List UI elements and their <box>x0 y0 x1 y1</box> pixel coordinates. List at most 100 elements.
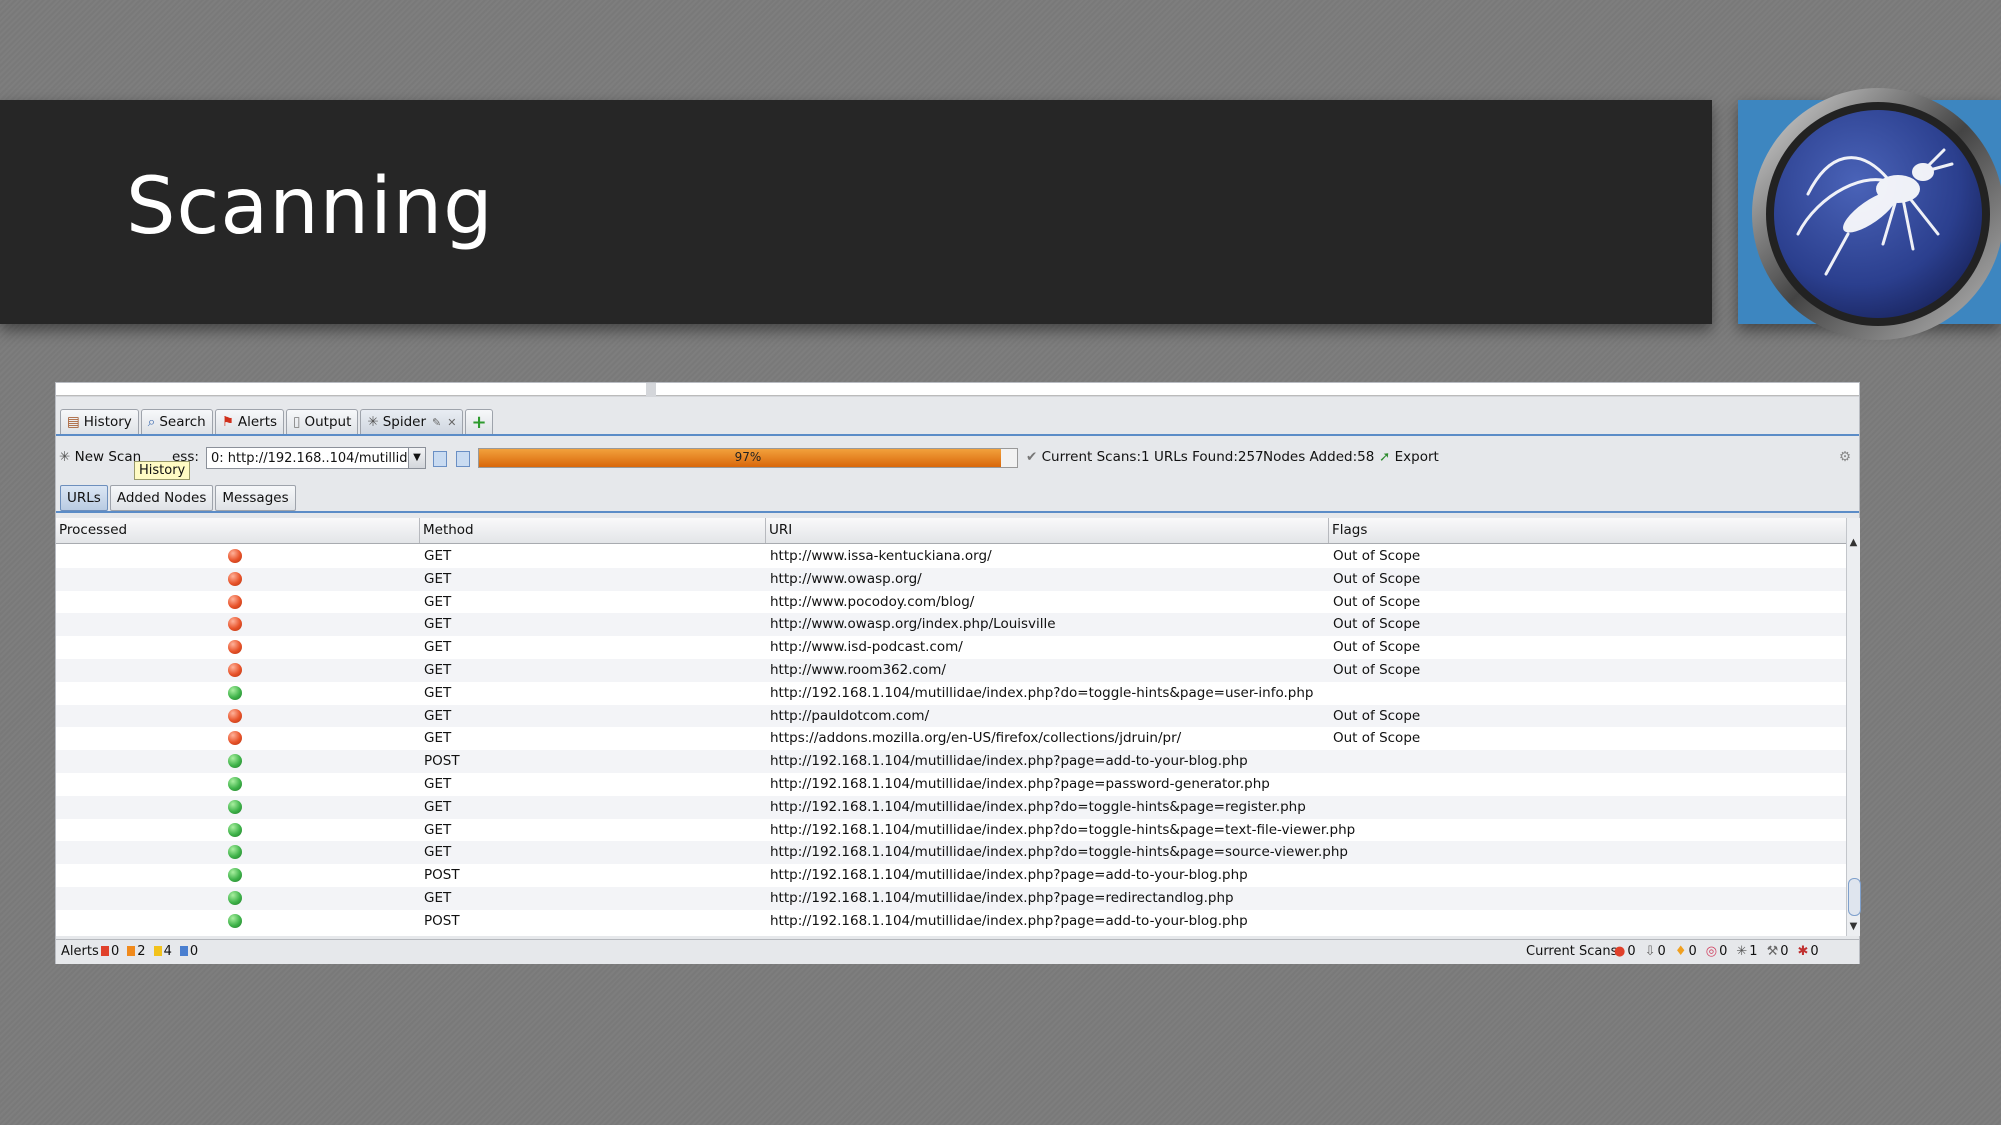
tool-icon: ⚒ <box>1766 944 1779 959</box>
pin-icon[interactable]: ✎ <box>432 416 441 429</box>
out-of-scope-status-icon <box>228 731 242 746</box>
table-row[interactable]: POST http://192.168.1.104/mutillidae/inde… <box>56 864 1846 887</box>
new-scan-button[interactable]: ✳ New Scan <box>59 449 141 465</box>
scan-count[interactable]: ✳ 1 <box>1736 944 1757 959</box>
alert-count-value: 0 <box>189 944 199 959</box>
table-row[interactable]: GET http://www.pocodoy.com/blog/Out of Sc… <box>56 591 1846 614</box>
cell-method: GET <box>424 684 452 701</box>
history-icon: ▤ <box>67 414 80 430</box>
scan-count[interactable]: ⚒ 0 <box>1767 944 1789 959</box>
export-button[interactable]: ➚ Export <box>1379 449 1439 465</box>
cell-method: GET <box>424 889 452 906</box>
right-pane-edge <box>656 383 1859 396</box>
stop-button[interactable] <box>456 451 470 467</box>
alert-count[interactable]: 4 <box>153 944 172 959</box>
add-tab-button[interactable]: + <box>465 409 493 435</box>
tab-output[interactable]: ▯ Output <box>286 409 359 435</box>
cell-method: GET <box>424 844 452 861</box>
table-row[interactable]: GET http://192.168.1.104/mutillidae/index… <box>56 795 1846 819</box>
cell-method: GET <box>424 570 452 587</box>
processed-status-icon <box>228 868 242 883</box>
flag-icon <box>153 946 162 956</box>
scan-count-value: 0 <box>1688 944 1697 959</box>
scan-count[interactable]: ✱ 0 <box>1798 944 1819 959</box>
zap-window: ▤ History ⌕ Search ⚑ Alerts ▯ Output ✳ S… <box>55 382 1861 964</box>
table-row[interactable]: GET http://www.room362.com/Out of Scope <box>56 658 1846 682</box>
table-row[interactable]: GET http://192.168.1.104/mutillidae/index… <box>56 819 1846 842</box>
cell-uri: http://192.168.1.104/mutillidae/index.ph… <box>770 867 1248 884</box>
scan-count[interactable]: ♦ 0 <box>1675 944 1697 959</box>
scan-select[interactable]: 0: http://192.168..104/mutillidae ▼ <box>206 447 426 469</box>
subtab-added-nodes[interactable]: Added Nodes <box>109 485 214 511</box>
status-bar: Alerts 0240 Current Scans ● 0 ⇩ 0 ♦ 0 ◎ 0 ✳ 1 ⚒ 0 ✱ 0 <box>56 939 1859 964</box>
subtab-messages[interactable]: Messages <box>215 485 296 511</box>
export-icon: ➚ <box>1379 449 1391 465</box>
scroll-thumb[interactable] <box>1848 878 1861 916</box>
alert-count[interactable]: 0 <box>101 944 119 959</box>
table-row[interactable]: POST http://192.168.1.104/mutillidae/inde… <box>56 910 1846 933</box>
subtab-urls[interactable]: URLs <box>60 485 108 511</box>
pause-button[interactable] <box>433 451 447 467</box>
table-row[interactable]: GET http://www.owasp.org/Out of Scope <box>56 567 1846 591</box>
tab-label: History <box>83 414 132 430</box>
options-gear-icon[interactable]: ⚙ <box>1839 449 1851 465</box>
table-row[interactable]: GET http://www.isd-podcast.com/Out of Sco… <box>56 636 1846 659</box>
scan-count-value: 0 <box>1810 944 1819 959</box>
cell-uri: http://192.168.1.104/mutillidae/index.ph… <box>770 775 1270 792</box>
processed-status-icon <box>228 822 242 837</box>
urls-found: URLs Found:257 <box>1154 449 1264 465</box>
out-of-scope-status-icon <box>228 662 242 677</box>
tab-history[interactable]: ▤ History <box>60 409 139 435</box>
history-tooltip: History <box>134 461 191 480</box>
result-tabs: URLs Added Nodes Messages <box>60 485 296 511</box>
cell-method: GET <box>424 661 452 678</box>
table-scrollbar[interactable]: ▲ ▼ <box>1846 518 1861 936</box>
scan-count[interactable]: ⇩ 0 <box>1645 944 1666 959</box>
nodes-added: Nodes Added:58 <box>1263 449 1375 465</box>
new-scan-label: New Scan <box>74 449 142 465</box>
cell-uri: http://192.168.1.104/mutillidae/index.ph… <box>770 684 1314 701</box>
cell-uri: https://addons.mozilla.org/en-US/firefox… <box>770 730 1182 747</box>
table-row[interactable]: GET http://192.168.1.104/mutillidae/index… <box>56 773 1846 796</box>
column-flags[interactable]: Flags <box>1329 518 1846 543</box>
cell-method: GET <box>424 821 452 838</box>
scan-select-value: 0: http://192.168..104/mutillidae <box>211 451 424 466</box>
table-row[interactable]: POST http://192.168.1.104/mutillidae/inde… <box>56 750 1846 773</box>
tab-spider[interactable]: ✳ Spider ✎ ✕ <box>360 409 464 435</box>
chevron-down-icon[interactable]: ▼ <box>408 448 425 468</box>
wasp-logo-icon <box>1752 88 2001 340</box>
scroll-down-arrow[interactable]: ▼ <box>1847 920 1860 934</box>
close-icon[interactable]: ✕ <box>447 416 456 429</box>
table-row[interactable]: GET http://www.issa-kentuckiana.org/Out o… <box>56 545 1846 568</box>
table-row[interactable]: GET http://192.168.1.104/mutillidae/index… <box>56 886 1846 910</box>
scan-count[interactable]: ◎ 0 <box>1706 944 1728 959</box>
table-row[interactable]: GET http://192.168.1.104/mutillidae/index… <box>56 682 1846 705</box>
scroll-up-arrow[interactable]: ▲ <box>1847 536 1860 550</box>
out-of-scope-status-icon <box>228 617 242 632</box>
scan-count-value: 0 <box>1780 944 1789 959</box>
cell-uri: http://192.168.1.104/mutillidae/index.ph… <box>770 889 1234 906</box>
table-row[interactable]: GET http://pauldotcom.com/Out of Scope <box>56 704 1846 728</box>
urls-table: Processed Method URI Flags GET http://www… <box>56 518 1846 936</box>
cell-method: GET <box>424 593 452 610</box>
tab-search[interactable]: ⌕ Search <box>140 409 213 435</box>
alert-count[interactable]: 2 <box>127 944 146 959</box>
scan-count[interactable]: ● 0 <box>1614 944 1636 959</box>
column-method[interactable]: Method <box>420 518 766 543</box>
tab-label: Alerts <box>237 414 278 430</box>
tab-alerts[interactable]: ⚑ Alerts <box>214 409 285 435</box>
cell-flags: Out of Scope <box>1333 548 1421 564</box>
plus-icon: + <box>471 411 487 433</box>
table-row[interactable]: GET http://192.168.1.104/mutillidae/index… <box>56 841 1846 865</box>
cell-uri: http://192.168.1.104/mutillidae/index.ph… <box>770 798 1306 815</box>
spider-icon: ✳ <box>367 414 379 430</box>
table-row[interactable]: GET https://addons.mozilla.org/en-US/fire… <box>56 727 1846 750</box>
table-header: Processed Method URI Flags <box>56 518 1846 544</box>
spider-toolbar: ✳ New Scan ess: 0: http://192.168..104/m… <box>56 445 1859 473</box>
spider-icon: ✳ <box>59 449 71 465</box>
column-uri[interactable]: URI <box>766 518 1329 543</box>
column-processed[interactable]: Processed <box>56 518 420 543</box>
alert-count[interactable]: 0 <box>179 944 199 959</box>
subtab-underline <box>56 511 1859 513</box>
table-row[interactable]: GET http://www.owasp.org/index.php/Louisv… <box>56 613 1846 637</box>
